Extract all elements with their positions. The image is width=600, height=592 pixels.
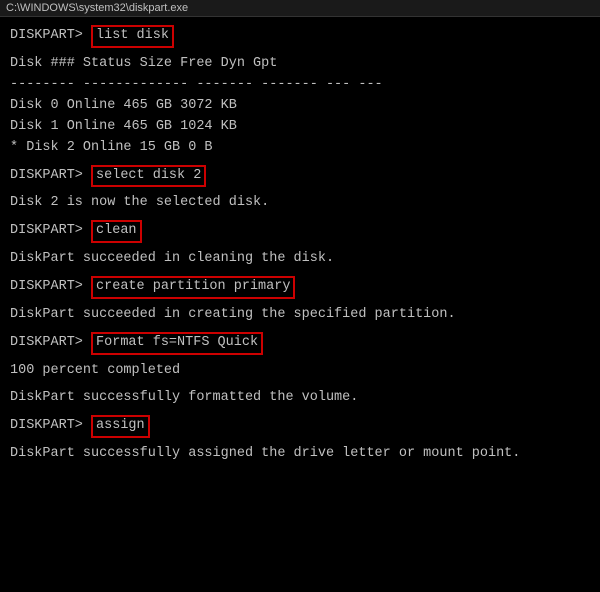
terminal-line: 100 percent completed [10, 361, 590, 382]
title-bar: C:\WINDOWS\system32\diskpart.exe [0, 0, 600, 17]
command-highlight: select disk 2 [91, 165, 206, 188]
output-text [10, 299, 590, 303]
terminal-line: DISKPART> list disk [10, 25, 590, 48]
terminal-line: Disk 0 Online 465 GB 3072 KB [10, 96, 590, 117]
prompt: DISKPART> [10, 223, 91, 238]
terminal-line: DISKPART> assign [10, 415, 590, 438]
output-text [10, 438, 590, 442]
terminal-line: Disk 2 is now the selected disk. [10, 193, 590, 214]
output-text: * Disk 2 Online 15 GB 0 B [10, 140, 213, 155]
command-highlight: assign [91, 415, 150, 438]
output-text: Disk 2 is now the selected disk. [10, 195, 269, 210]
output-text: DiskPart successfully formatted the volu… [10, 390, 358, 405]
terminal-line: DISKPART> Format fs=NTFS Quick [10, 332, 590, 355]
command-highlight: list disk [91, 25, 174, 48]
output-text [10, 159, 590, 163]
terminal-line: DiskPart successfully assigned the drive… [10, 444, 590, 465]
output-text: Disk 1 Online 465 GB 1024 KB [10, 119, 237, 134]
command-highlight: clean [91, 220, 142, 243]
terminal-line: DISKPART> create partition primary [10, 276, 590, 299]
prompt: DISKPART> [10, 28, 91, 43]
terminal-line: DiskPart successfully formatted the volu… [10, 388, 590, 409]
terminal-line: DISKPART> select disk 2 [10, 165, 590, 188]
output-text: 100 percent completed [10, 363, 180, 378]
terminal-line: -------- ------------- ------- ------- -… [10, 75, 590, 96]
output-text [10, 409, 590, 413]
output-text: -------- ------------- ------- ------- -… [10, 77, 383, 92]
output-text [10, 187, 590, 191]
output-text [10, 270, 590, 274]
output-text [10, 355, 590, 359]
terminal-line: DISKPART> clean [10, 220, 590, 243]
terminal-line: DiskPart succeeded in creating the speci… [10, 305, 590, 326]
terminal-line: Disk ### Status Size Free Dyn Gpt [10, 54, 590, 75]
command-highlight: Format fs=NTFS Quick [91, 332, 263, 355]
output-text: DiskPart successfully assigned the drive… [10, 446, 520, 461]
output-text: DiskPart succeeded in cleaning the disk. [10, 251, 334, 266]
terminal: DISKPART> list disk Disk ### Status Size… [0, 17, 600, 472]
prompt: DISKPART> [10, 335, 91, 350]
command-highlight: create partition primary [91, 276, 295, 299]
terminal-line: Disk 1 Online 465 GB 1024 KB [10, 117, 590, 138]
prompt: DISKPART> [10, 418, 91, 433]
prompt: DISKPART> [10, 279, 91, 294]
output-text: Disk 0 Online 465 GB 3072 KB [10, 98, 237, 113]
output-text [10, 382, 590, 386]
output-text [10, 326, 590, 330]
output-text [10, 243, 590, 247]
output-text: DiskPart succeeded in creating the speci… [10, 307, 456, 322]
output-text [10, 48, 590, 52]
output-text: Disk ### Status Size Free Dyn Gpt [10, 56, 277, 71]
output-text [10, 214, 590, 218]
terminal-line: * Disk 2 Online 15 GB 0 B [10, 138, 590, 159]
terminal-line: DiskPart succeeded in cleaning the disk. [10, 249, 590, 270]
prompt: DISKPART> [10, 168, 91, 183]
title-text: C:\WINDOWS\system32\diskpart.exe [6, 2, 188, 14]
